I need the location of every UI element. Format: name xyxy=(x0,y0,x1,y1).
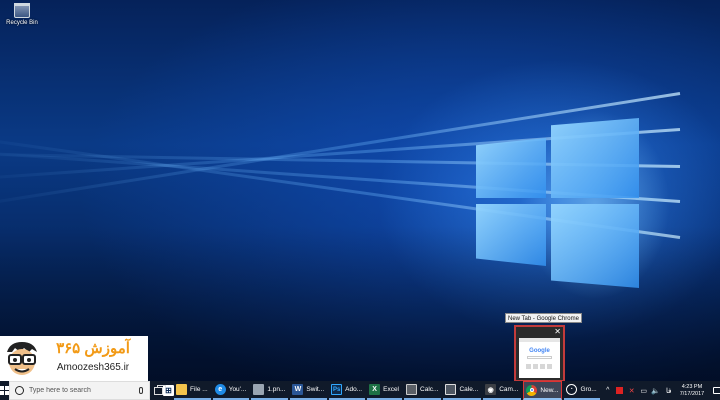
clock-date: 7/17/2017 xyxy=(679,390,705,397)
pdf-reader-tray-icon[interactable] xyxy=(615,381,625,400)
thumbnail-search-box xyxy=(527,356,552,359)
desktop-wallpaper xyxy=(0,0,720,381)
cortana-icon xyxy=(15,386,24,395)
search-input[interactable] xyxy=(29,387,149,394)
preview-window-title: New Tab - Google Chrome xyxy=(505,313,582,323)
task-view-button[interactable] xyxy=(154,381,166,400)
clock-time: 4:23 PM xyxy=(681,383,703,390)
watermark-logo: آموزش ۳۶۵ Amoozesh365.ir xyxy=(0,336,148,381)
excel-icon: X xyxy=(369,384,381,395)
windows-logo-pane xyxy=(476,138,546,198)
taskbar-app-label: Cale... xyxy=(459,386,479,393)
brand-name-persian: آموزش ۳۶۵ xyxy=(56,340,130,357)
show-hidden-icons-chevron-up-icon[interactable]: ^ xyxy=(603,381,613,400)
taskbar-app-label: Swit... xyxy=(306,386,325,393)
system-tray: ^ ✕ ▭ 🔈 فا 4:23 PM 7/17/2017 xyxy=(602,381,720,400)
taskbar-app-label: Excel xyxy=(383,386,400,393)
taskbar-app-photo-viewer[interactable]: 1.pn... xyxy=(251,381,289,400)
microphone-icon[interactable] xyxy=(139,387,143,394)
taskbar-app-label: 1.pn... xyxy=(267,386,286,393)
task-view-icon xyxy=(154,384,166,395)
desktop-icon-recycle-bin[interactable]: Recycle Bin xyxy=(2,3,42,26)
taskbar-thumbnail-preview[interactable]: ✕ Google xyxy=(514,325,565,382)
taskbar-app-label: Calc... xyxy=(420,386,439,393)
taskbar-app-camera[interactable]: ◉ Cam... xyxy=(483,381,522,400)
groove-music-icon: · xyxy=(566,384,578,395)
start-button[interactable] xyxy=(0,381,9,400)
photoshop-icon: Ps xyxy=(331,384,343,395)
taskbar: ⊞ File ... e You'... 1.pn... W Swit... P… xyxy=(0,381,720,400)
close-icon[interactable]: ✕ xyxy=(554,327,561,337)
cartoon-face-icon xyxy=(7,342,37,375)
battery-icon[interactable]: ▭ xyxy=(639,381,649,400)
network-icon[interactable]: ✕ xyxy=(627,381,637,400)
calendar-icon xyxy=(445,384,457,395)
recycle-bin-icon xyxy=(14,3,30,18)
taskbar-app-label: Cam... xyxy=(499,386,519,393)
taskbar-app-calendar[interactable]: Cale... xyxy=(443,381,482,400)
desktop-icon-label: Recycle Bin xyxy=(6,20,38,26)
volume-icon[interactable]: 🔈 xyxy=(651,381,661,400)
taskbar-app-label: You'... xyxy=(228,386,247,393)
taskbar-app-label: File ... xyxy=(190,386,208,393)
google-logo: Google xyxy=(529,348,550,354)
taskbar-app-word[interactable]: W Swit... xyxy=(290,381,328,400)
calculator-icon xyxy=(406,384,418,395)
taskbar-app-file-explorer[interactable]: File ... xyxy=(174,381,211,400)
taskbar-app-chrome[interactable]: New... xyxy=(523,381,563,400)
photo-viewer-icon xyxy=(253,384,265,395)
camera-icon: ◉ xyxy=(485,384,497,395)
file-explorer-icon xyxy=(176,384,187,395)
taskbar-app-calculator[interactable]: Calc... xyxy=(404,381,442,400)
preview-thumbnail[interactable]: Google xyxy=(519,338,560,378)
clock[interactable]: 4:23 PM 7/17/2017 xyxy=(676,384,708,398)
windows-icon xyxy=(0,386,9,395)
chrome-icon xyxy=(526,384,538,396)
windows-logo-pane xyxy=(551,204,639,288)
taskbar-app-label: New... xyxy=(540,386,559,394)
action-center-button[interactable] xyxy=(708,381,720,400)
search-box[interactable] xyxy=(9,381,150,400)
windows-logo-pane xyxy=(476,204,546,266)
brand-url: Amoozesh365.ir xyxy=(56,362,130,373)
word-icon: W xyxy=(292,384,304,395)
windows-logo-pane xyxy=(551,118,639,198)
notification-icon xyxy=(712,387,720,394)
taskbar-app-label: Gro... xyxy=(580,386,597,393)
taskbar-app-photoshop[interactable]: Ps Ado... xyxy=(329,381,366,400)
edge-icon: e xyxy=(214,384,226,395)
taskbar-app-excel[interactable]: X Excel xyxy=(367,381,403,400)
input-language-indicator[interactable]: فا xyxy=(663,381,675,400)
taskbar-app-label: Ado... xyxy=(345,386,363,393)
taskbar-app-groove-music[interactable]: · Gro... xyxy=(564,381,600,400)
taskbar-app-edge[interactable]: e You'... xyxy=(212,381,250,400)
